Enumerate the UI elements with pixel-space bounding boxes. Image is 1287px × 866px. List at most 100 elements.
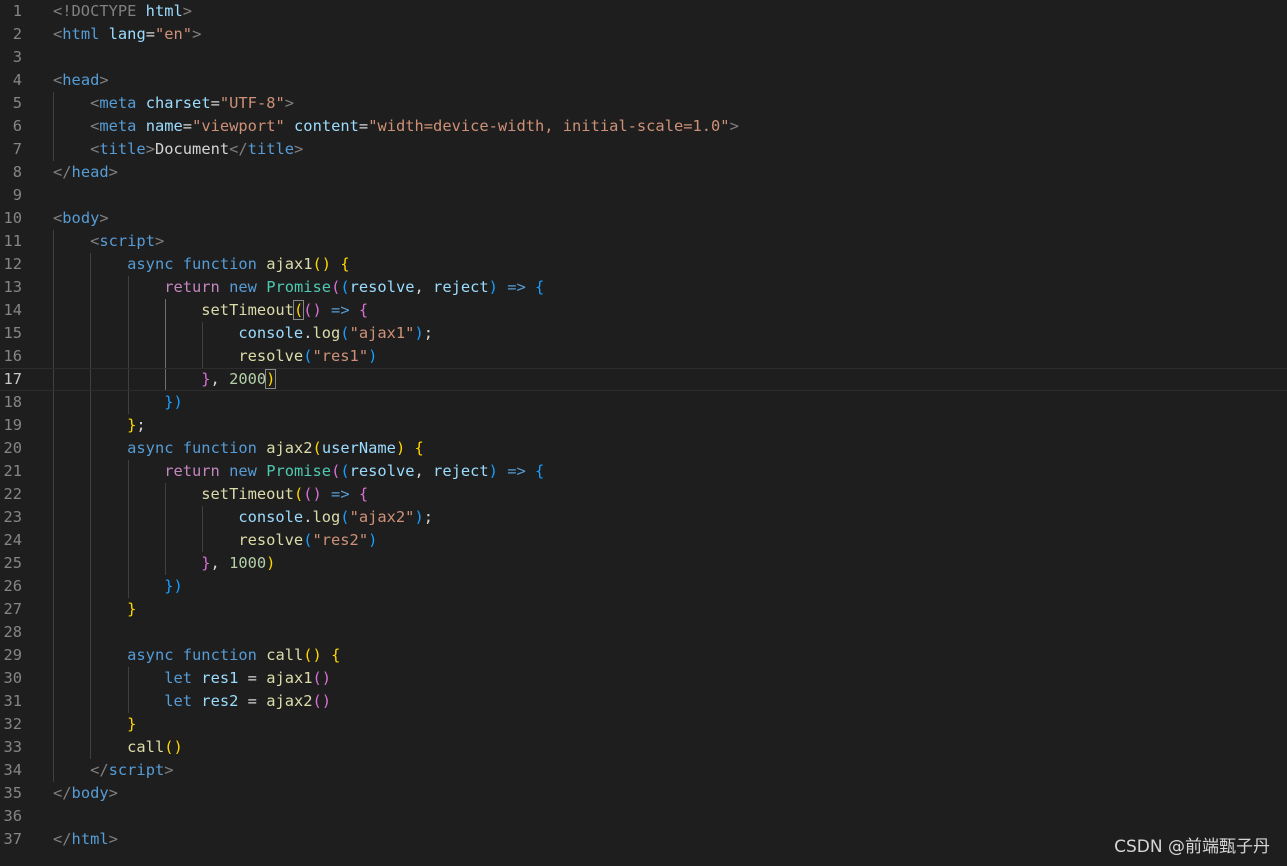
code-text[interactable]: </head> — [53, 161, 118, 184]
code-line[interactable]: 31 let res2 = ajax2() — [0, 690, 1287, 713]
code-editor[interactable]: 1 <!DOCTYPE html> 2 <html lang="en"> 3 4 <head… — [0, 0, 1287, 866]
code-token: > — [164, 761, 174, 779]
code-line[interactable]: 6 <meta name="viewport" content="width=d… — [0, 115, 1287, 138]
code-token: ) — [368, 347, 378, 365]
code-line[interactable]: 24 resolve("res2") — [0, 529, 1287, 552]
code-token: resolve — [238, 347, 304, 365]
code-text[interactable]: async function ajax1() { — [53, 253, 350, 276]
code-text[interactable]: return new Promise((resolve, reject) => … — [53, 276, 544, 299]
code-line[interactable]: 30 let res1 = ajax1() — [0, 667, 1287, 690]
code-token: function — [182, 255, 257, 273]
code-line[interactable]: 17 }, 2000) — [0, 368, 1287, 391]
code-text[interactable]: </body> — [53, 782, 118, 805]
code-line[interactable]: 36 — [0, 805, 1287, 828]
code-token: = — [358, 117, 369, 135]
code-line[interactable]: 35 </body> — [0, 782, 1287, 805]
code-text[interactable]: <!DOCTYPE html> — [53, 0, 192, 23]
code-text[interactable]: </html> — [53, 828, 118, 851]
code-text[interactable]: <meta charset="UTF-8"> — [53, 92, 294, 115]
code-line[interactable]: 26 }) — [0, 575, 1287, 598]
code-line[interactable]: 37 </html> — [0, 828, 1287, 851]
code-line[interactable]: 23 console.log("ajax2"); — [0, 506, 1287, 529]
code-line[interactable]: 14 setTimeout(() => { — [0, 299, 1287, 322]
code-text[interactable]: }) — [53, 391, 183, 414]
code-text[interactable]: }; — [53, 414, 146, 437]
code-text[interactable]: <body> — [53, 207, 109, 230]
code-line[interactable]: 11 <script> — [0, 230, 1287, 253]
code-text[interactable]: console.log("ajax2"); — [53, 506, 433, 529]
code-text[interactable]: return new Promise((resolve, reject) => … — [53, 460, 544, 483]
code-token: > — [99, 209, 109, 227]
code-text[interactable]: console.log("ajax1"); — [53, 322, 433, 345]
code-token: reject — [433, 278, 489, 296]
code-line[interactable]: 3 — [0, 46, 1287, 69]
code-line[interactable]: 7 <title>Document</title> — [0, 138, 1287, 161]
code-line[interactable]: 12 async function ajax1() { — [0, 253, 1287, 276]
code-text[interactable]: async function ajax2(userName) { — [53, 437, 424, 460]
code-text[interactable]: <script> — [53, 230, 164, 253]
code-line[interactable]: 22 setTimeout(() => { — [0, 483, 1287, 506]
code-text[interactable]: <meta name="viewport" content="width=dev… — [53, 115, 739, 138]
code-line[interactable]: 18 }) — [0, 391, 1287, 414]
code-text[interactable]: <title>Document</title> — [53, 138, 303, 161]
code-text[interactable]: }) — [53, 575, 183, 598]
code-line[interactable]: 29 async function call() { — [0, 644, 1287, 667]
code-line[interactable]: 2 <html lang="en"> — [0, 23, 1287, 46]
code-line[interactable]: 20 async function ajax2(userName) { — [0, 437, 1287, 460]
code-token: <!DOCTYPE — [53, 2, 146, 20]
code-text[interactable]: } — [53, 713, 136, 736]
code-token: , — [414, 462, 434, 480]
code-token: meta — [99, 117, 137, 135]
line-number: 25 — [3, 554, 22, 572]
code-line[interactable]: 10 <body> — [0, 207, 1287, 230]
code-line[interactable]: 21 return new Promise((resolve, reject) … — [0, 460, 1287, 483]
code-token: function — [182, 646, 257, 664]
code-line[interactable]: 5 <meta charset="UTF-8"> — [0, 92, 1287, 115]
code-text[interactable]: <html lang="en"> — [53, 23, 201, 46]
code-line[interactable]: 19 }; — [0, 414, 1287, 437]
code-line[interactable]: 27 } — [0, 598, 1287, 621]
code-token: ) — [395, 439, 406, 457]
code-token: html — [62, 25, 100, 43]
code-text[interactable]: let res2 = ajax2() — [53, 690, 331, 713]
code-line[interactable]: 34 </script> — [0, 759, 1287, 782]
code-token: "res1" — [312, 347, 369, 365]
code-line[interactable]: 8 </head> — [0, 161, 1287, 184]
code-text[interactable]: }, 1000) — [53, 552, 275, 575]
code-text[interactable]: resolve("res2") — [53, 529, 377, 552]
code-text[interactable]: resolve("res1") — [53, 345, 377, 368]
code-token: () — [312, 692, 332, 710]
code-token: }) — [164, 577, 183, 595]
code-line[interactable]: 13 return new Promise((resolve, reject) … — [0, 276, 1287, 299]
code-line[interactable]: 33 call() — [0, 736, 1287, 759]
code-text[interactable]: async function call() { — [53, 644, 340, 667]
line-number: 14 — [3, 301, 22, 319]
code-token: , — [210, 370, 230, 388]
code-line[interactable]: 15 console.log("ajax1"); — [0, 322, 1287, 345]
code-text[interactable]: setTimeout(() => { — [53, 299, 368, 322]
code-text[interactable]: call() — [53, 736, 183, 759]
code-token: { — [535, 278, 545, 296]
code-token: function — [182, 439, 257, 457]
code-text[interactable]: }, 2000) — [53, 368, 277, 391]
code-text[interactable]: </script> — [53, 759, 174, 782]
code-token: </ — [229, 140, 248, 158]
code-text[interactable]: } — [53, 598, 136, 621]
code-line[interactable]: 16 resolve("res1") — [0, 345, 1287, 368]
code-text[interactable]: setTimeout(() => { — [53, 483, 368, 506]
code-line[interactable]: 28 — [0, 621, 1287, 644]
code-text[interactable]: let res1 = ajax1() — [53, 667, 331, 690]
code-token: Promise — [266, 462, 332, 480]
code-line[interactable]: 9 — [0, 184, 1287, 207]
code-text[interactable]: <head> — [53, 69, 109, 92]
code-line[interactable]: 4 <head> — [0, 69, 1287, 92]
code-line[interactable]: 32 } — [0, 713, 1287, 736]
code-token: < — [90, 140, 100, 158]
code-line[interactable]: 1 <!DOCTYPE html> — [0, 0, 1287, 23]
code-line[interactable]: 25 }, 1000) — [0, 552, 1287, 575]
